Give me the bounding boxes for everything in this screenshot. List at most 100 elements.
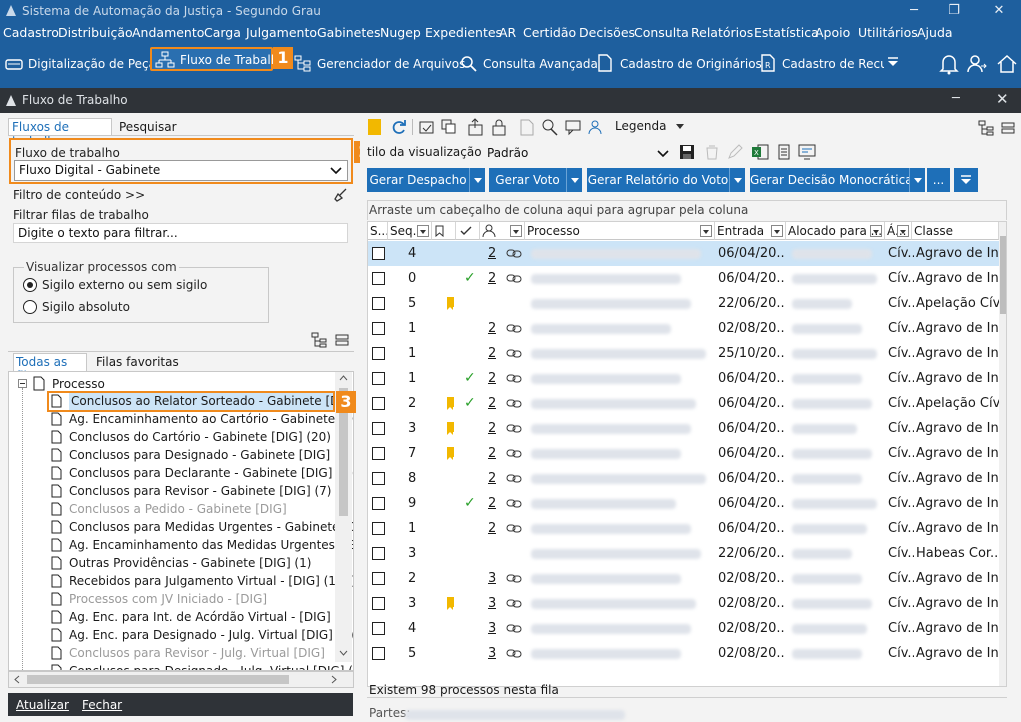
- bell-icon[interactable]: [939, 53, 959, 75]
- link-icon[interactable]: [506, 649, 522, 658]
- search-document-icon[interactable]: [541, 118, 559, 136]
- gerar-despacho-dropdown[interactable]: [469, 168, 485, 192]
- gerar-decisao-dropdown[interactable]: [909, 168, 925, 192]
- menu-item-certidão[interactable]: Certidão: [523, 25, 576, 40]
- tree-hscroll-thumb[interactable]: [27, 675, 289, 684]
- row-checkbox[interactable]: [372, 472, 385, 485]
- collapse-tree-icon[interactable]: [334, 332, 350, 348]
- table-row[interactable]: 7 2 06/04/20... Cív...Agravo de In...: [368, 441, 1006, 466]
- print-list-icon[interactable]: [776, 144, 792, 160]
- link-icon[interactable]: [506, 374, 522, 383]
- menu-item-decisões[interactable]: Decisões: [579, 25, 635, 40]
- home-icon[interactable]: [996, 53, 1018, 75]
- row-checkbox[interactable]: [372, 647, 385, 660]
- link-icon[interactable]: [506, 399, 522, 408]
- digitalizacao-button[interactable]: Digitalização de Peças: [5, 54, 162, 74]
- row-checkbox[interactable]: [372, 597, 385, 610]
- grid-vscroll-thumb[interactable]: [1000, 236, 1006, 314]
- table-row[interactable]: 5 3 02/08/20... Cív...Agravo de In...: [368, 641, 1006, 666]
- volume-link[interactable]: 2: [488, 366, 496, 391]
- menu-item-andamento[interactable]: Andamento: [132, 25, 204, 40]
- col-header-seq[interactable]: Seq.: [388, 222, 432, 240]
- link-icon[interactable]: [506, 599, 522, 608]
- excel-export-icon[interactable]: X: [751, 144, 769, 160]
- menu-item-utilitários[interactable]: Utilitários: [858, 25, 918, 40]
- table-row[interactable]: 2 3 02/08/20... Cív...Agravo de In...: [368, 566, 1006, 591]
- save-icon[interactable]: [679, 144, 695, 160]
- volume-link[interactable]: 3: [488, 616, 496, 641]
- gerenciador-button[interactable]: Gerenciador de Arquivos: [294, 54, 465, 74]
- collapse-all-icon[interactable]: [1000, 120, 1016, 136]
- table-row[interactable]: 3 2 06/04/20... Cív...Agravo de In...: [368, 416, 1006, 441]
- comment-icon[interactable]: [564, 118, 582, 136]
- col-header-processo[interactable]: Processo: [525, 222, 715, 240]
- user-switch-icon[interactable]: [966, 53, 988, 75]
- table-row[interactable]: 0 ✓ 2 06/04/20... Cív...Agravo de In...: [368, 266, 1006, 291]
- tab-fluxos[interactable]: Fluxos de trabalho: [8, 118, 112, 148]
- gerar-relatorio-voto-button[interactable]: Gerar Relatório do Voto: [587, 168, 729, 192]
- new-item-icon[interactable]: [368, 119, 381, 135]
- row-checkbox[interactable]: [372, 397, 385, 410]
- volume-link[interactable]: 3: [488, 566, 496, 591]
- tab-todas-filas[interactable]: Todas as filas: [13, 353, 87, 383]
- row-checkbox[interactable]: [372, 547, 385, 560]
- group-panel[interactable]: Arraste um cabeçalho de coluna aqui para…: [367, 200, 1007, 220]
- menu-item-relatórios[interactable]: Relatórios: [691, 25, 753, 40]
- menu-item-distribuição[interactable]: Distribuição: [58, 25, 133, 40]
- legenda-dropdown[interactable]: Legenda: [615, 119, 666, 133]
- gerar-voto-dropdown[interactable]: [566, 168, 582, 192]
- filtro-conteudo-toggle[interactable]: Filtro de conteúdo >>: [13, 188, 145, 202]
- table-row[interactable]: 3 22/06/20... Cív...Habeas Cor...: [368, 541, 1006, 566]
- volume-link[interactable]: 2: [488, 491, 496, 516]
- col-header-users[interactable]: [480, 222, 525, 240]
- col-header-alocado[interactable]: Alocado para ...: [786, 222, 885, 240]
- table-row[interactable]: 4 2 06/04/20... Cív...Agravo de In...: [368, 241, 1006, 266]
- menu-item-apoio[interactable]: Apoio: [815, 25, 850, 40]
- row-checkbox[interactable]: [372, 572, 385, 585]
- col-header-select[interactable]: S...: [368, 222, 388, 240]
- link-icon[interactable]: [506, 424, 522, 433]
- radio-sigilo-absoluto[interactable]: [23, 300, 37, 314]
- link-icon[interactable]: [506, 324, 522, 333]
- more-actions-button[interactable]: ...: [927, 168, 950, 192]
- menu-item-estatística[interactable]: Estatística: [754, 25, 819, 40]
- col-header-area[interactable]: Á...: [885, 222, 912, 240]
- volume-link[interactable]: 2: [488, 391, 496, 416]
- table-row[interactable]: 8 2 06/04/20... Cív...Agravo de In...: [368, 466, 1006, 491]
- col-header-flag[interactable]: [432, 222, 456, 240]
- gerar-despacho-button[interactable]: Gerar Despacho: [367, 168, 469, 192]
- volume-link[interactable]: 2: [488, 416, 496, 441]
- row-checkbox[interactable]: [372, 372, 385, 385]
- table-row[interactable]: 1 2 02/08/20... Cív...Agravo de In...: [368, 316, 1006, 341]
- row-checkbox[interactable]: [372, 497, 385, 510]
- close-icon[interactable]: ✕: [990, 2, 1008, 20]
- archive-upload-icon[interactable]: [467, 118, 485, 136]
- link-icon[interactable]: [506, 274, 522, 283]
- toolbar-overflow-icon[interactable]: [887, 57, 899, 67]
- grid-vscrollbar[interactable]: [999, 222, 1006, 686]
- minimize-icon[interactable]: ─: [905, 2, 923, 20]
- scroll-right-icon[interactable]: [331, 675, 337, 684]
- table-row[interactable]: 1 2 06/04/20... Cív...Agravo de In...: [368, 516, 1006, 541]
- copy-icon[interactable]: [441, 119, 457, 135]
- volume-link[interactable]: 2: [488, 241, 496, 266]
- fluxo-select[interactable]: Fluxo Digital - Gabinete: [14, 160, 348, 181]
- volume-link[interactable]: 2: [488, 316, 496, 341]
- menu-item-ajuda[interactable]: Ajuda: [917, 25, 953, 40]
- tab-pesquisar[interactable]: Pesquisar: [119, 120, 177, 134]
- link-icon[interactable]: [506, 349, 522, 358]
- link-icon[interactable]: [506, 499, 522, 508]
- consulta-avancada-button[interactable]: Consulta Avançada: [459, 54, 598, 74]
- estilo-select[interactable]: Padrão: [482, 143, 674, 163]
- row-checkbox[interactable]: [372, 422, 385, 435]
- cadastro-recurso-button[interactable]: R Cadastro de Recurso: [759, 54, 884, 74]
- col-header-check[interactable]: [456, 222, 480, 240]
- gerar-relatorio-dropdown[interactable]: [729, 168, 745, 192]
- volume-link[interactable]: 3: [488, 591, 496, 616]
- tree-hscrollbar[interactable]: [8, 671, 354, 688]
- fechar-button[interactable]: Fechar: [82, 698, 122, 712]
- menu-item-ar[interactable]: AR: [499, 25, 516, 40]
- expand-all-icon[interactable]: [978, 120, 994, 136]
- volume-link[interactable]: 2: [488, 441, 496, 466]
- tab-favoritas[interactable]: Filas favoritas: [96, 355, 179, 369]
